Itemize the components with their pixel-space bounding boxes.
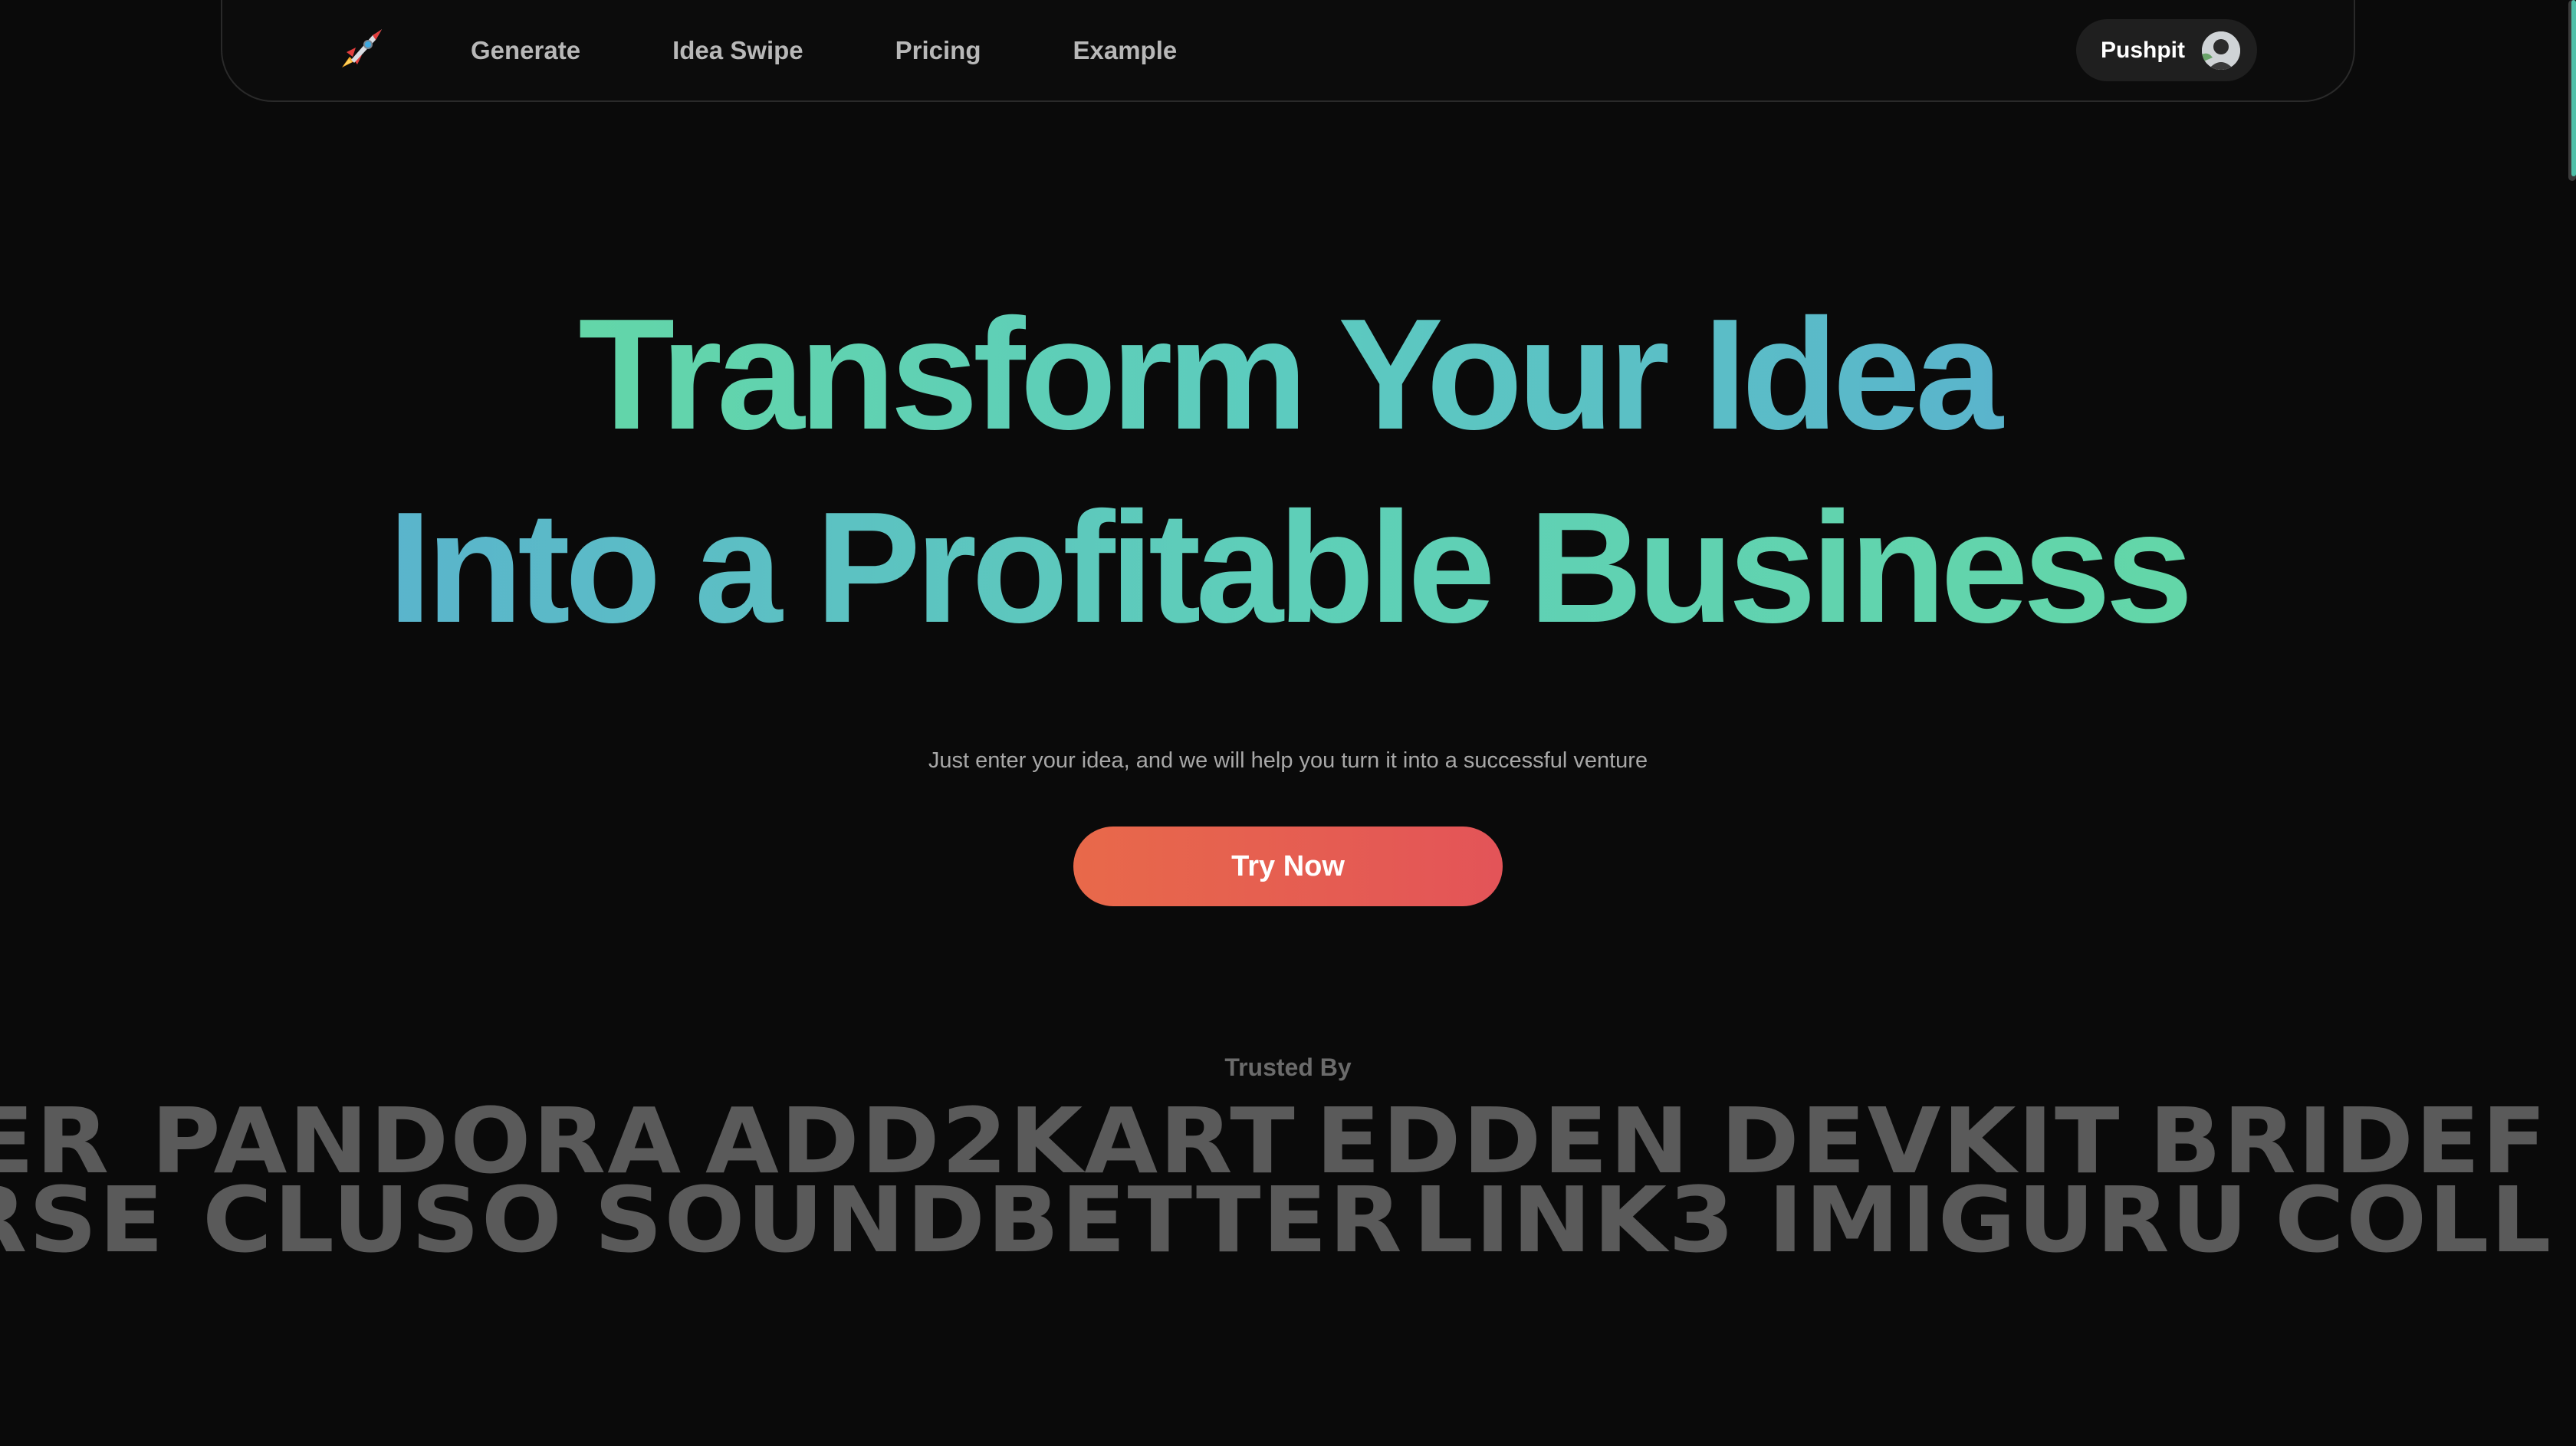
- page-scrollbar[interactable]: [2568, 0, 2576, 181]
- avatar-icon: [2202, 31, 2240, 70]
- brand-track-2: RSE CLUSO SOUNDBETTERLINK3 IMIGURU COLL: [0, 1180, 2576, 1260]
- brand-logo-edden: EDDEN: [1315, 1101, 1691, 1181]
- brand-logo-soundbetter: SOUNDBETTER: [594, 1180, 1404, 1260]
- nav-link-generate[interactable]: Generate: [471, 36, 580, 65]
- hero-subtitle: Just enter your idea, and we will help y…: [928, 748, 1648, 773]
- brand-logo-cluso: CLUSO: [202, 1180, 564, 1260]
- brand-logo-coll: COLL: [2274, 1180, 2553, 1260]
- nav-links: Generate Idea Swipe Pricing Example: [471, 0, 1269, 100]
- brand-logo-er: ER: [0, 1101, 111, 1181]
- hero-title: Transform Your Idea Into a Profitable Bu…: [0, 295, 2576, 687]
- nav-link-idea-swipe[interactable]: Idea Swipe: [672, 36, 803, 65]
- page: Generate Idea Swipe Pricing Example Push…: [0, 0, 2576, 1446]
- brand-logo-bridef: BRIDEF: [2149, 1101, 2549, 1181]
- brand-logo-devkit: DEVKIT: [1720, 1101, 2121, 1181]
- navbar: Generate Idea Swipe Pricing Example Push…: [221, 0, 2355, 102]
- rocket-icon[interactable]: [333, 26, 386, 77]
- hero-title-line-1: Transform Your Idea: [570, 295, 2005, 453]
- nav-link-example[interactable]: Example: [1073, 36, 1178, 65]
- brand-logo-pandora: PANDORA: [151, 1101, 683, 1181]
- trusted-by-label: Trusted By: [1224, 1053, 1352, 1081]
- user-name: Pushpit: [2101, 37, 2185, 63]
- user-menu-button[interactable]: Pushpit: [2076, 19, 2257, 81]
- brand-marquee-row-2: RSE CLUSO SOUNDBETTERLINK3 IMIGURU COLL: [0, 1180, 2576, 1260]
- scrollbar-thumb[interactable]: [2571, 0, 2576, 176]
- brand-logo-link3: LINK3: [1412, 1180, 1737, 1260]
- brand-logo-rse: RSE: [0, 1180, 166, 1260]
- brand-logo-imiguru: IMIGURU: [1768, 1180, 2250, 1260]
- brand-track-1: ER PANDORA ADD2KARTEDDEN DEVKIT BRIDEF: [0, 1101, 2576, 1181]
- brand-logo-add2kart: ADD2KART: [705, 1101, 1296, 1181]
- nav-link-pricing[interactable]: Pricing: [895, 36, 981, 65]
- try-now-button[interactable]: Try Now: [1073, 827, 1503, 906]
- hero-title-line-2: Into a Profitable Business: [380, 488, 2196, 646]
- brand-marquee-row-1: ER PANDORA ADD2KARTEDDEN DEVKIT BRIDEF: [0, 1101, 2576, 1181]
